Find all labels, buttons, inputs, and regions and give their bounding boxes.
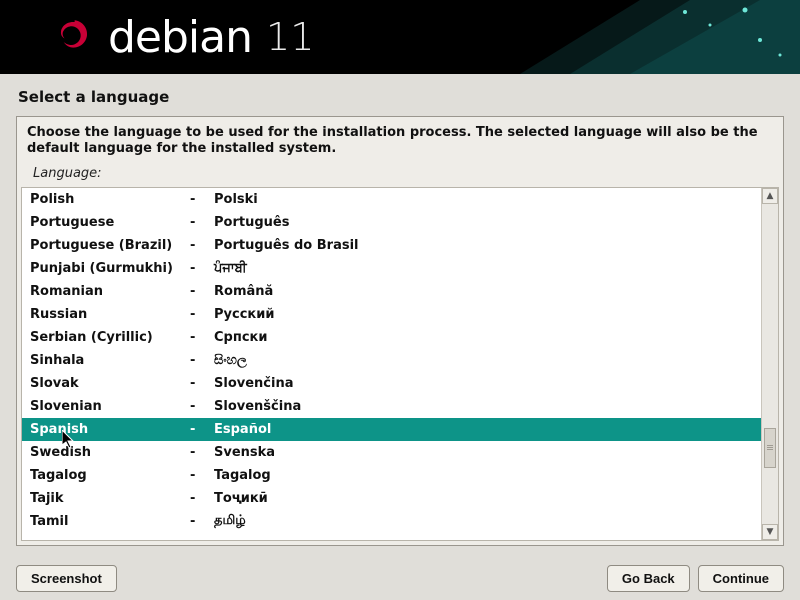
page-title: Select a language [0,74,800,116]
language-native-name: Тоҷикӣ [214,491,761,506]
language-list[interactable]: Polish-PolskiPortuguese-PortuguêsPortugu… [22,188,761,541]
language-english-name: Tajik [30,491,190,506]
language-english-name: Portuguese [30,215,190,230]
dash-separator: - [190,261,214,276]
language-row[interactable]: Sinhala-සිංහල [22,349,761,372]
go-back-button[interactable]: Go Back [607,565,690,592]
dash-separator: - [190,192,214,207]
dash-separator: - [190,514,214,529]
language-english-name: Sinhala [30,353,190,368]
instructions-text: Choose the language to be used for the i… [17,117,783,162]
language-row[interactable]: Swedish-Svenska [22,441,761,464]
language-native-name: Svenska [214,445,761,460]
language-row[interactable]: Russian-Русский [22,303,761,326]
dash-separator: - [190,468,214,483]
scrollbar[interactable]: ▲ ▼ [761,188,778,541]
main-panel: Choose the language to be used for the i… [16,116,784,546]
scroll-thumb[interactable] [764,428,776,468]
language-row[interactable]: Portuguese-Português [22,211,761,234]
continue-button[interactable]: Continue [698,565,784,592]
language-english-name: Polish [30,192,190,207]
language-english-name: Tagalog [30,468,190,483]
language-row[interactable]: Serbian (Cyrillic)-Српски [22,326,761,349]
language-english-name: Portuguese (Brazil) [30,238,190,253]
language-native-name: ਪੰਜਾਬੀ [214,261,761,276]
language-row[interactable]: Tamil-தமிழ் [22,510,761,533]
dash-separator: - [190,376,214,391]
brand-version: 11 [266,15,314,59]
language-native-name: Slovenčina [214,376,761,391]
language-native-name: Polski [214,192,761,207]
dash-separator: - [190,238,214,253]
dash-separator: - [190,307,214,322]
language-english-name: Romanian [30,284,190,299]
dash-separator: - [190,330,214,345]
language-native-name: Español [214,422,761,437]
language-row[interactable]: Polish-Polski [22,188,761,211]
language-row[interactable]: Punjabi (Gurmukhi)-ਪੰਜਾਬੀ [22,257,761,280]
language-english-name: Swedish [30,445,190,460]
language-row[interactable]: Portuguese (Brazil)-Português do Brasil [22,234,761,257]
language-field-label: Language: [17,162,783,187]
language-english-name: Slovak [30,376,190,391]
language-row[interactable]: Tajik-Тоҷикӣ [22,487,761,510]
language-native-name: தமிழ் [214,513,761,529]
language-native-name: Português do Brasil [214,238,761,253]
language-native-name: Tagalog [214,468,761,483]
language-native-name: Русский [214,307,761,322]
language-native-name: Српски [214,330,761,345]
dash-separator: - [190,399,214,414]
brand-name: debian [108,12,252,63]
language-english-name: Punjabi (Gurmukhi) [30,261,190,276]
language-list-container: Polish-PolskiPortuguese-PortuguêsPortugu… [21,187,779,542]
dash-separator: - [190,284,214,299]
language-english-name: Serbian (Cyrillic) [30,330,190,345]
language-row[interactable]: Tagalog-Tagalog [22,464,761,487]
dash-separator: - [190,353,214,368]
language-row[interactable]: Romanian-Română [22,280,761,303]
language-english-name: Russian [30,307,190,322]
language-native-name: Slovenščina [214,399,761,414]
debian-swirl-icon [50,15,94,59]
installer-banner: debian 11 [0,0,800,74]
screenshot-button[interactable]: Screenshot [16,565,117,592]
language-native-name: Português [214,215,761,230]
language-native-name: Română [214,284,761,299]
button-row: Screenshot Go Back Continue [0,556,800,600]
banner-decoration [460,0,800,74]
dash-separator: - [190,445,214,460]
language-native-name: සිංහල [214,353,761,368]
language-row[interactable]: Slovenian-Slovenščina [22,395,761,418]
language-english-name: Tamil [30,514,190,529]
language-english-name: Slovenian [30,399,190,414]
dash-separator: - [190,491,214,506]
language-english-name: Spanish [30,422,190,437]
scroll-down-button[interactable]: ▼ [762,524,778,540]
dash-separator: - [190,215,214,230]
dash-separator: - [190,422,214,437]
language-row[interactable]: Spanish-Español [22,418,761,441]
language-row[interactable]: Slovak-Slovenčina [22,372,761,395]
scroll-up-button[interactable]: ▲ [762,188,778,204]
